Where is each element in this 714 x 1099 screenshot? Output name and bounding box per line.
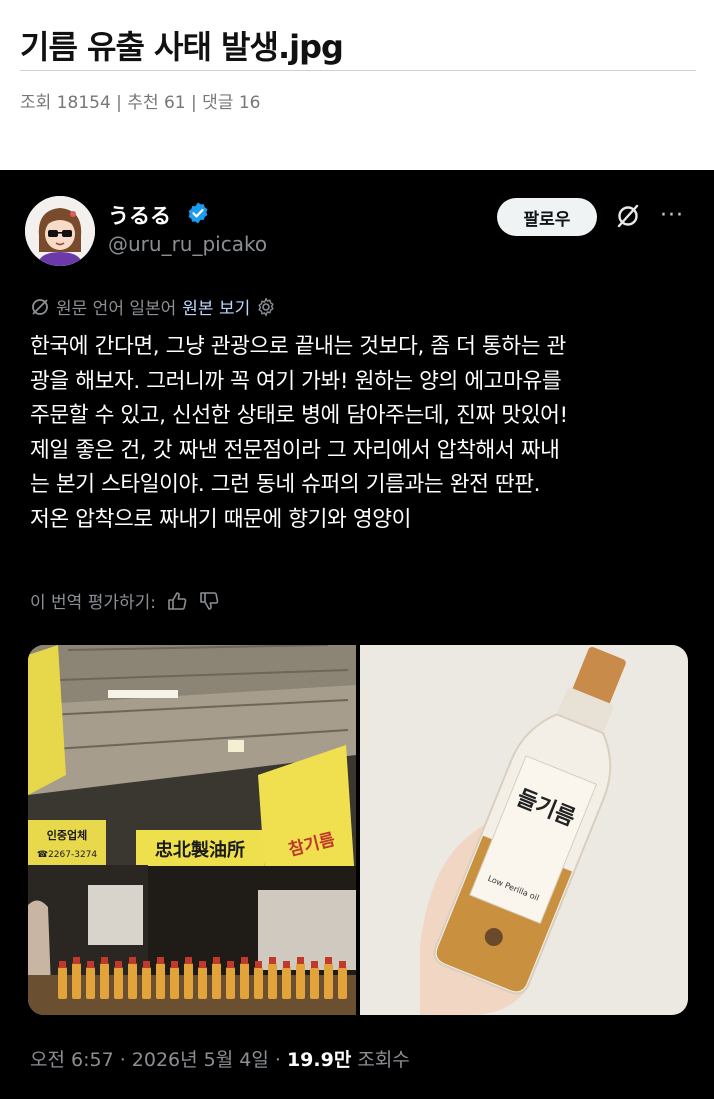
tweet-body-line: 제일 좋은 건, 갓 짜낸 전문점이라 그 자리에서 압착해서 짜내 [30,437,560,463]
bottle-photo[interactable]: 들기름 Low Perilla oil [360,645,688,1015]
avatar[interactable] [25,196,95,266]
tweet-body-line: 주문할 수 있고, 신선한 상태로 병에 담아주는데, 진짜 맛있어! [30,403,568,428]
title-divider [20,70,696,71]
tweet-body-line: 는 본기 스타일이야. 그런 동네 슈퍼의 기름과는 완전 딴판. [30,472,541,497]
grok-icon[interactable] [615,203,641,229]
phone-text: ☎2267-3274 [37,850,98,860]
rate-translation-label: 이 번역 평가하기: [30,593,157,613]
shop-photo[interactable]: 忠北製油所 인중업체 ☎2267-3274 참기름 [28,645,356,1015]
more-icon[interactable]: ··· [660,203,684,228]
translate-icon [32,298,48,315]
tweet-datetime[interactable]: 오전 6:57 · 2026년 5월 4일 · [30,1049,287,1071]
post-meta: 조회 18154 | 추천 61 | 댓글 16 [20,93,261,113]
shop-sign-text: 忠北製油所 [155,839,245,861]
tweet-body: 한국에 간다면, 그냥 관광으로 끝내는 것보다, 좀 더 통하는 관 광을 해… [30,330,690,537]
user-handle[interactable]: @uru_ru_picako [108,232,267,256]
thumbs-down-icon[interactable] [198,590,220,612]
translation-row: 원문 언어 일본어 원본 보기 [30,294,276,319]
thumbs-up-icon[interactable] [166,590,188,612]
views-label: 조회수 [351,1049,410,1071]
tweet-body-line: 저온 압착으로 짜내기 때문에 향기와 영양이 [30,506,412,532]
display-name[interactable]: うるる [108,200,171,230]
tweet-media: 忠北製油所 인중업체 ☎2267-3274 참기름 들기름 Low Perill… [28,645,688,1015]
views-count: 19.9만 [286,1049,352,1071]
post-title: 기름 유출 사태 발생.jpg [20,28,344,66]
show-original-link[interactable]: 원본 보기 [182,294,250,319]
tweet-body-line: 한국에 간다면, 그냥 관광으로 끝내는 것보다, 좀 더 통하는 관 [30,334,566,359]
gear-icon[interactable] [256,296,276,317]
follow-button[interactable]: 팔로우 [497,198,597,236]
tweet-body-line: 광을 해보자. 그러니까 꼭 여기 가봐! 원하는 양의 에고마유를 [30,368,562,394]
verified-badge-icon [188,202,208,224]
rate-translation-row: 이 번역 평가하기: [30,588,220,613]
tweet-timestamp: 오전 6:57 · 2026년 5월 4일 · 19.9만 조회수 [30,1045,410,1072]
left-sign-text: 인중업체 [47,828,87,842]
translation-note: 원문 언어 일본어 [56,299,177,319]
tweet-card: うるる @uru_ru_picako 팔로우 ··· 원문 언어 일본어 원본 … [0,170,714,1099]
